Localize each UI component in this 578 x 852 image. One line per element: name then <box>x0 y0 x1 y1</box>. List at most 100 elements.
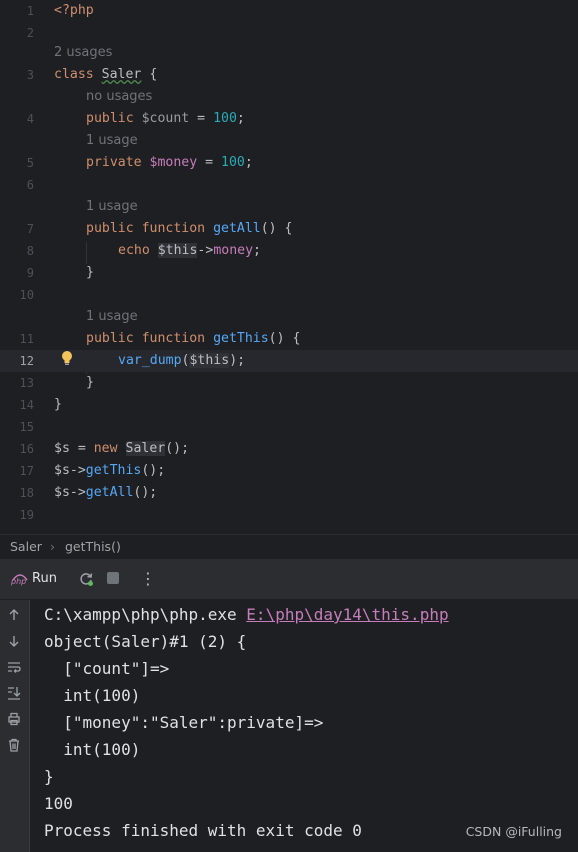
stop-icon[interactable] <box>107 572 119 584</box>
operator: = <box>189 111 214 126</box>
console-line: int(100) <box>44 686 141 705</box>
run-console-output[interactable]: C:\xampp\php\php.exe E:\php\day14\this.p… <box>0 600 578 852</box>
call-end: (); <box>133 485 158 500</box>
usages-hint[interactable]: 1 usage <box>86 130 138 152</box>
code-text: <?php <box>54 0 94 22</box>
line-number: 14 <box>19 398 34 412</box>
operator: = <box>197 155 221 170</box>
semicolon: ; <box>236 111 245 126</box>
watermark: CSDN @iFulling <box>465 824 562 839</box>
keyword: function <box>141 221 206 236</box>
code-text: public function getAll() { <box>86 218 292 240</box>
script-file-link[interactable]: E:\php\day14\this.php <box>246 605 448 624</box>
function-name: getThis <box>85 463 142 478</box>
rerun-icon[interactable] <box>78 571 94 587</box>
lightbulb-icon[interactable] <box>60 350 74 366</box>
soft-wrap-icon[interactable] <box>7 660 21 674</box>
brace: } <box>86 375 94 390</box>
line-number: 17 <box>19 464 34 478</box>
code-text: $s->getThis(); <box>54 460 165 482</box>
operator: -> <box>197 243 214 258</box>
code-text: } <box>86 262 94 284</box>
code-line: 13 } <box>0 372 578 394</box>
variable: $s <box>54 485 70 500</box>
usages-hint[interactable]: 2 usages <box>54 42 112 64</box>
parens: () { <box>268 331 301 346</box>
code-line: 1 <?php <box>0 0 578 22</box>
console-line: int(100) <box>44 740 141 759</box>
console-line: ["count"]=> <box>44 659 170 678</box>
number: 100 <box>221 155 245 170</box>
class-name[interactable]: Saler <box>102 67 142 82</box>
run-label: Run <box>32 571 57 586</box>
class-name: Saler <box>125 441 166 456</box>
code-text: public $count = 100; <box>86 108 245 130</box>
call-end: (); <box>141 463 166 478</box>
console-line: } <box>44 767 54 786</box>
keyword: public <box>86 331 134 346</box>
code-line: 8 echo $this->money; <box>0 240 578 262</box>
code-line: 2 <box>0 22 578 44</box>
line-number: 7 <box>26 222 34 236</box>
arrow-down-icon[interactable] <box>7 634 21 648</box>
console-line: C:\xampp\php\php.exe E:\php\day14\this.p… <box>44 601 449 628</box>
breadcrumb-method[interactable]: getThis() <box>65 535 121 559</box>
variable: $count <box>141 111 190 126</box>
line-number: 11 <box>19 332 34 346</box>
keyword: private <box>86 155 142 170</box>
usages-hint[interactable]: 1 usage <box>86 196 138 218</box>
keyword: echo <box>118 243 150 258</box>
code-line: 16 $s = new Saler(); <box>0 438 578 460</box>
line-number: 5 <box>26 156 34 170</box>
run-tab[interactable]: php Run <box>10 570 70 588</box>
line-number: 6 <box>26 178 34 192</box>
operator: -> <box>69 463 86 478</box>
line-number: 16 <box>19 442 34 456</box>
semicolon: ; <box>253 243 261 258</box>
keyword: function <box>141 331 206 346</box>
line-number: 4 <box>26 112 34 126</box>
usages-hint[interactable]: 1 usage <box>86 306 138 328</box>
line-number: 19 <box>19 508 34 522</box>
function-name: getAll <box>85 485 134 500</box>
keyword: class <box>54 67 94 82</box>
code-line: 14 } <box>0 394 578 416</box>
scroll-to-end-icon[interactable] <box>7 686 21 700</box>
property: money <box>213 243 254 258</box>
semicolon: ; <box>244 155 253 170</box>
code-text: echo $this->money; <box>118 240 261 262</box>
call-end: (); <box>165 441 190 456</box>
function-name: getThis <box>213 331 269 346</box>
number: 100 <box>213 111 237 126</box>
operator: -> <box>69 485 86 500</box>
more-options-icon[interactable]: ⋮ <box>140 569 156 588</box>
code-line: 19 <box>0 504 578 526</box>
code-text: } <box>86 372 94 394</box>
line-number: 18 <box>19 486 34 500</box>
code-editor[interactable]: 1 <?php 2 2 usages 3 class Saler { no us… <box>0 0 578 534</box>
code-line: 9 } <box>0 262 578 284</box>
line-number: 1 <box>26 4 34 18</box>
line-number: 15 <box>19 420 34 434</box>
code-line-current: 12 var_dump($this); <box>0 350 578 372</box>
code-line: 18 $s->getAll(); <box>0 482 578 504</box>
code-line: 3 class Saler { <box>0 64 578 86</box>
print-icon[interactable] <box>7 712 21 726</box>
code-line: 10 <box>0 284 578 306</box>
line-number: 13 <box>19 376 34 390</box>
console-line: object(Saler)#1 (2) { <box>44 632 247 651</box>
line-number: 10 <box>19 288 34 302</box>
code-text: class Saler { <box>54 64 157 86</box>
line-number: 9 <box>26 266 34 280</box>
code-line: 7 public function getAll() { <box>0 218 578 240</box>
line-number: 3 <box>26 68 34 82</box>
usages-hint[interactable]: no usages <box>86 86 152 108</box>
breadcrumb-class[interactable]: Saler <box>10 535 42 559</box>
run-toolbar: php Run ⋮ <box>0 559 578 599</box>
line-number: 12 <box>19 354 34 368</box>
code-text: $s->getAll(); <box>54 482 157 504</box>
arrow-up-icon[interactable] <box>7 608 21 622</box>
code-line: 15 <box>0 416 578 438</box>
trash-icon[interactable] <box>7 738 21 752</box>
keyword: new <box>93 441 118 456</box>
